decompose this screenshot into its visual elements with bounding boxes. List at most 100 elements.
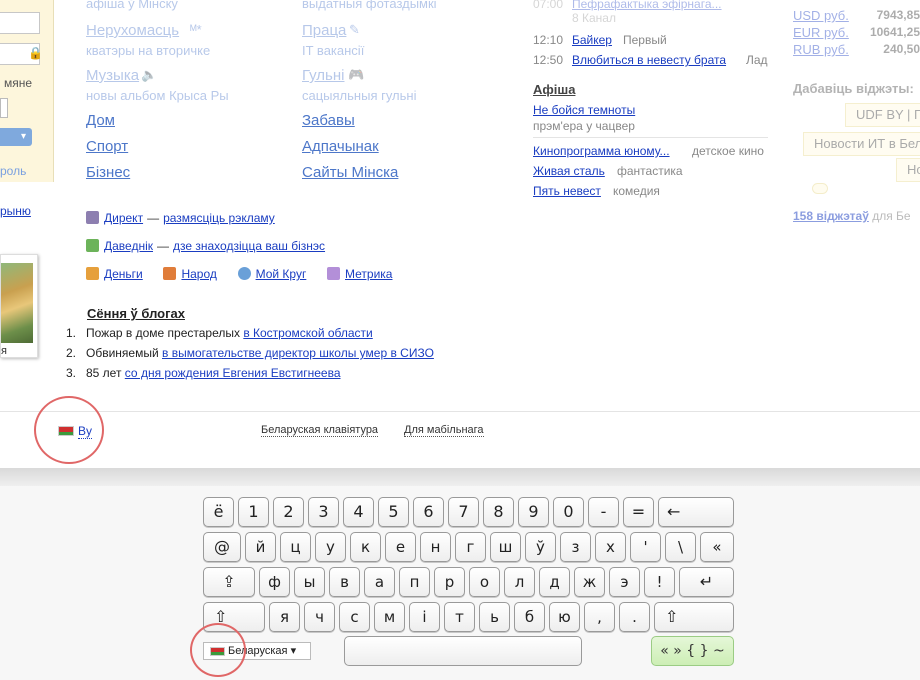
register-link[interactable]: рыню <box>0 204 31 218</box>
service-business[interactable]: Бізнес <box>86 164 130 181</box>
tv-show-link[interactable]: Влюбиться в невесту брата <box>572 53 726 67</box>
premiere-link[interactable]: Не бойся темноты <box>533 103 635 117</box>
money-link[interactable]: Деньги <box>104 267 143 281</box>
key[interactable]: я <box>269 602 300 632</box>
key[interactable]: - <box>588 497 619 527</box>
key[interactable]: в <box>329 567 360 597</box>
key[interactable]: з <box>560 532 591 562</box>
currency-name[interactable]: RUB руб. <box>793 42 849 57</box>
blog-link[interactable]: со дня рождения Евгения Евстигнеева <box>125 366 341 380</box>
key[interactable]: і <box>409 602 440 632</box>
blog-link[interactable]: в вымогательстве директор школы умер в С… <box>162 346 434 360</box>
key[interactable]: 9 <box>518 497 549 527</box>
keyboard-link[interactable]: Беларуская клавіятура <box>261 424 379 437</box>
key[interactable]: @ <box>203 532 241 562</box>
key[interactable]: п <box>399 567 430 597</box>
key[interactable]: 0 <box>553 497 584 527</box>
service-rest[interactable]: Адпачынак <box>302 138 379 155</box>
currency-name[interactable]: EUR руб. <box>793 25 849 40</box>
currency-name[interactable]: USD руб. <box>793 8 849 23</box>
metrika-link[interactable]: Метрика <box>345 267 392 281</box>
key[interactable]: н <box>420 532 451 562</box>
key[interactable]: р <box>434 567 465 597</box>
forgot-password-link[interactable]: роль <box>0 164 26 178</box>
login-button[interactable]: ▾ <box>0 128 32 146</box>
key[interactable]: 7 <box>448 497 479 527</box>
mobile-link[interactable]: Для мабільнага <box>404 424 484 437</box>
key[interactable]: б <box>514 602 545 632</box>
key[interactable]: ў <box>525 532 556 562</box>
service-realty[interactable]: Нерухомасць <box>86 22 179 39</box>
key[interactable]: е <box>385 532 416 562</box>
key[interactable]: ' <box>630 532 661 562</box>
key[interactable]: . <box>619 602 650 632</box>
service-sub[interactable]: кватэры на вторичке <box>86 43 210 58</box>
directory-tail-link[interactable]: дзе знаходзіцца ваш бізнэс <box>173 239 325 253</box>
service-home[interactable]: Дом <box>86 112 115 129</box>
key[interactable]: , <box>584 602 615 632</box>
service-sub-foto[interactable]: выдатныя фотаздымкі <box>302 0 437 11</box>
space-key[interactable] <box>344 636 582 666</box>
login-field[interactable] <box>0 12 40 34</box>
key[interactable]: с <box>339 602 370 632</box>
service-minsk-sites[interactable]: Сайты Мінска <box>302 164 398 181</box>
afisha-title-link[interactable]: Афіша <box>533 82 575 97</box>
widget-chip[interactable]: Но <box>896 158 920 182</box>
service-jobs[interactable]: Праца <box>302 22 346 39</box>
key[interactable]: х <box>595 532 626 562</box>
shift-right-key[interactable]: ⇧ <box>654 602 734 632</box>
service-music[interactable]: Музыка <box>86 67 139 84</box>
service-sub-afisha[interactable]: афіша ў Мінску <box>86 0 178 11</box>
widget-chip[interactable]: Новости ИТ в Бел <box>803 132 920 156</box>
direct-link[interactable]: Директ <box>104 211 143 225</box>
remember-checkbox[interactable] <box>0 98 8 118</box>
key[interactable]: м <box>374 602 405 632</box>
key[interactable]: 5 <box>378 497 409 527</box>
key[interactable]: ё <box>203 497 234 527</box>
key[interactable]: 6 <box>413 497 444 527</box>
key[interactable]: л <box>504 567 535 597</box>
directory-link[interactable]: Даведнік <box>104 239 153 253</box>
widgets-count[interactable]: 158 віджэтаў для Бе <box>793 209 911 223</box>
key[interactable]: ь <box>479 602 510 632</box>
key[interactable]: 3 <box>308 497 339 527</box>
key[interactable]: г <box>455 532 486 562</box>
photo-of-day[interactable]: я <box>0 254 38 358</box>
key[interactable]: й <box>245 532 276 562</box>
service-sub[interactable]: IT вакансії <box>302 43 364 58</box>
tv-show-link[interactable]: Байкер <box>572 33 612 47</box>
blogs-title[interactable]: Сёння ў блогах <box>87 306 185 321</box>
moikrug-link[interactable]: Мой Круг <box>256 267 307 281</box>
key[interactable]: о <box>469 567 500 597</box>
direct-tail-link[interactable]: размясціць рэкламу <box>163 211 275 225</box>
key[interactable]: 2 <box>273 497 304 527</box>
backspace-key[interactable]: ← <box>658 497 734 527</box>
key[interactable]: = <box>623 497 654 527</box>
movie-link[interactable]: Кинопрограмма юному... <box>533 144 670 158</box>
key[interactable]: у <box>315 532 346 562</box>
key[interactable]: а <box>364 567 395 597</box>
movie-link[interactable]: Пять невест <box>533 184 601 198</box>
enter-key[interactable]: ↵ <box>679 567 734 597</box>
narod-link[interactable]: Народ <box>181 267 216 281</box>
key[interactable]: ы <box>294 567 325 597</box>
service-sport[interactable]: Спорт <box>86 138 128 155</box>
key[interactable]: 1 <box>238 497 269 527</box>
service-fun[interactable]: Забавы <box>302 112 355 129</box>
key[interactable]: ф <box>259 567 290 597</box>
key[interactable]: ! <box>644 567 675 597</box>
key[interactable]: ж <box>574 567 605 597</box>
key[interactable]: ц <box>280 532 311 562</box>
service-sub[interactable]: сацыяльныя гульні <box>302 88 416 103</box>
caps-lock-key[interactable]: ⇪ <box>203 567 255 597</box>
key[interactable]: д <box>539 567 570 597</box>
widget-chip[interactable]: UDF BY | Г <box>845 103 920 127</box>
service-sub[interactable]: новы альбом Крыса Ры <box>86 88 229 103</box>
key[interactable]: ш <box>490 532 521 562</box>
tv-show-link[interactable]: Пефрафактыка эфірнага... <box>572 0 722 11</box>
key[interactable]: т <box>444 602 475 632</box>
key[interactable]: 8 <box>483 497 514 527</box>
movie-link[interactable]: Живая сталь <box>533 164 605 178</box>
blog-link[interactable]: в Костромской области <box>243 326 372 340</box>
key[interactable]: э <box>609 567 640 597</box>
